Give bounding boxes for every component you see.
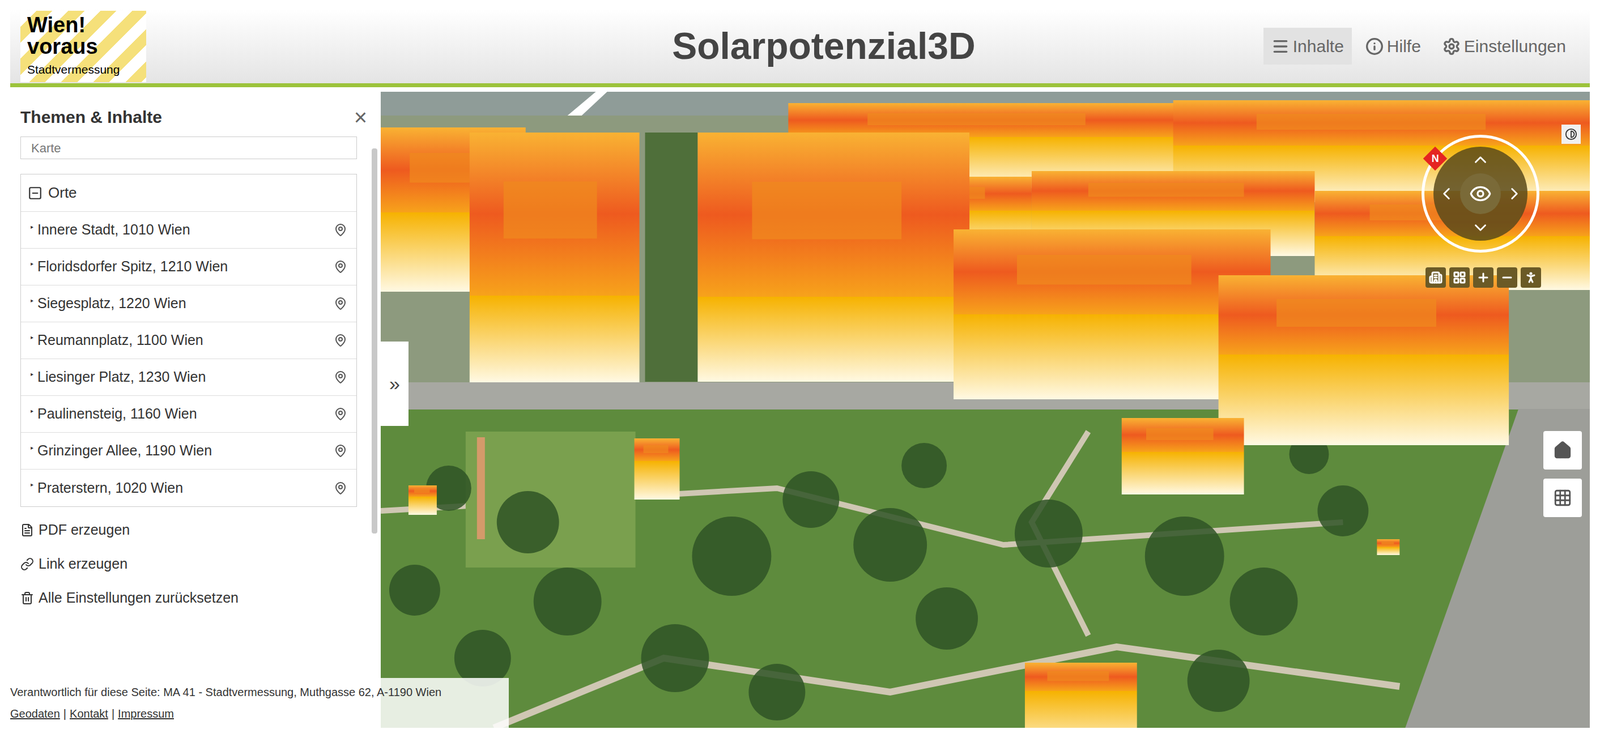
map-tool-button[interactable] [1449, 267, 1470, 288]
action-icon [20, 591, 34, 606]
header-nav: InhalteHilfeEinstellungen [1263, 27, 1574, 65]
footer-text: Verantwortlich für diese Seite: MA 41 - … [10, 683, 509, 701]
footer-link[interactable]: Geodaten [10, 705, 61, 723]
action-icon [20, 523, 34, 538]
sidebar: Themen & Inhalte × Karte Orte‣Innere Stadt,… [10, 91, 381, 680]
map[interactable]: »N [380, 91, 1590, 729]
pin-icon[interactable] [333, 481, 348, 496]
compass[interactable]: N [1421, 134, 1540, 253]
place-item[interactable]: ‣Innere Stadt, 1010 Wien [20, 211, 357, 249]
item-marker: ‣ [30, 220, 34, 236]
item-marker: ‣ [30, 330, 34, 347]
map-tool-button[interactable] [1425, 267, 1446, 288]
contrast-button[interactable] [1561, 124, 1581, 144]
building [1218, 275, 1510, 446]
place-item[interactable]: ‣Reumannplatz, 1100 Wien [20, 322, 357, 360]
action-link[interactable]: Link erzeugen [20, 553, 357, 576]
item-marker: ‣ [30, 404, 34, 420]
close-button[interactable]: × [350, 105, 371, 129]
building [1376, 539, 1400, 556]
pin-icon[interactable] [333, 223, 348, 237]
footer: Verantwortlich für diese Seite: MA 41 - … [10, 678, 509, 729]
app-title: Solarpotenzial3D [671, 18, 976, 75]
pin-icon[interactable] [333, 444, 348, 458]
nav-button[interactable]: Hilfe [1357, 27, 1429, 65]
main: Themen & Inhalte × Karte Orte‣Innere Stadt,… [10, 91, 1590, 729]
logo[interactable]: Wien!voraus Stadtvermessung [20, 10, 147, 83]
building [1024, 662, 1138, 729]
nav-icon [1442, 37, 1461, 56]
action-link[interactable]: PDF erzeugen [20, 519, 357, 542]
building [1121, 418, 1245, 495]
nav-button[interactable]: Einstellungen [1434, 27, 1574, 65]
tool-icon [1524, 270, 1538, 285]
nav-icon [1365, 37, 1384, 56]
place-item[interactable]: ‣Siegesplatz, 1220 Wien [20, 285, 357, 323]
nav-button[interactable]: Inhalte [1263, 27, 1352, 65]
collapse-icon [27, 185, 43, 201]
action-link[interactable]: Alle Einstellungen zurücksetzen [20, 587, 357, 610]
home-icon [1552, 440, 1573, 461]
logo-line: Wien! [27, 14, 140, 36]
tool-icon [1452, 270, 1467, 285]
tool-icon [1476, 270, 1491, 285]
home-button[interactable] [1543, 431, 1582, 470]
rotate-left-icon[interactable] [1436, 184, 1457, 204]
item-marker: ‣ [30, 441, 34, 457]
grid-icon [1552, 488, 1573, 508]
pin-icon[interactable] [333, 407, 348, 421]
collapse-tab[interactable]: » [380, 341, 409, 427]
footer-separator: | [63, 705, 67, 723]
place-item[interactable]: ‣Grinzinger Allee, 1190 Wien [20, 432, 357, 470]
places-group: Orte‣Innere Stadt, 1010 Wien‣Floridsdorf… [20, 173, 357, 508]
logo-line: voraus [27, 35, 140, 58]
item-marker: ‣ [30, 367, 34, 384]
building [408, 485, 437, 516]
map-3d-scene[interactable] [380, 91, 1590, 729]
app: Wien!voraus Stadtvermessung Solarpotenzial… [0, 0, 1600, 738]
place-item[interactable]: ‣Paulinensteig, 1160 Wien [20, 396, 357, 433]
footer-link[interactable]: Impressum [117, 705, 174, 723]
footer-link[interactable]: Kontakt [69, 705, 109, 723]
building [697, 132, 970, 382]
place-item[interactable]: ‣Praterstern, 1020 Wien [20, 469, 357, 507]
item-marker: ‣ [30, 294, 34, 310]
nav-icon [1271, 37, 1290, 56]
map-toolbar [1425, 267, 1542, 288]
item-marker: ‣ [30, 478, 34, 494]
grid-button[interactable] [1543, 478, 1582, 518]
tool-icon [1428, 270, 1443, 285]
rotate-right-icon[interactable] [1504, 184, 1525, 204]
pin-icon[interactable] [333, 333, 348, 348]
logo-subtitle: Stadtvermessung [27, 60, 140, 79]
map-field[interactable]: Karte [20, 136, 357, 160]
item-marker: ‣ [30, 257, 34, 273]
footer-separator: | [111, 705, 115, 723]
place-item[interactable]: ‣Floridsdorfer Spitz, 1210 Wien [20, 248, 357, 286]
pin-icon[interactable] [333, 370, 348, 385]
tool-icon [1500, 270, 1514, 285]
pin-icon[interactable] [333, 260, 348, 274]
action-icon [20, 557, 34, 572]
eye-icon [1469, 182, 1492, 206]
map-tool-button[interactable] [1496, 267, 1518, 288]
header: Wien!voraus Stadtvermessung Solarpotenzial… [10, 9, 1590, 88]
building [634, 438, 680, 500]
contrast-icon [1564, 128, 1578, 141]
tilt-down-icon[interactable] [1470, 218, 1491, 238]
map-tool-button[interactable] [1520, 267, 1542, 288]
map-tool-button[interactable] [1473, 267, 1494, 288]
group-header[interactable]: Orte [20, 174, 357, 212]
building [469, 132, 640, 383]
sidebar-title: Themen & Inhalte [20, 104, 163, 130]
tilt-up-icon[interactable] [1470, 150, 1491, 170]
sidebar-scrollbar[interactable] [371, 148, 378, 534]
pin-icon[interactable] [333, 296, 348, 311]
place-item[interactable]: ‣Liesinger Platz, 1230 Wien [20, 359, 357, 397]
